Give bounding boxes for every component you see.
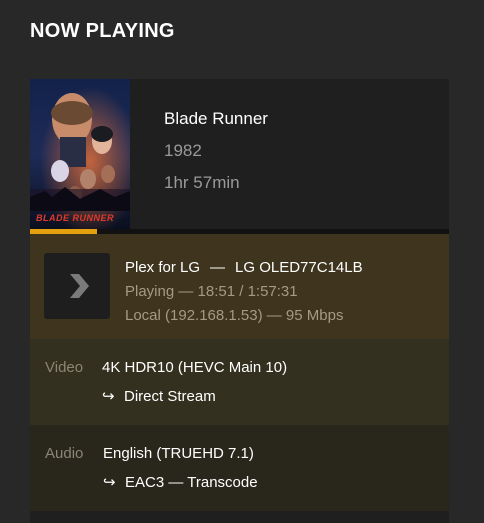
poster-artwork: [30, 79, 130, 229]
video-format: 4K HDR10 (HEVC Main 10): [102, 359, 288, 376]
player-row: Plex for LG — LG OLED77C14LB Playing — 18:…: [30, 234, 449, 339]
player-app: Plex for LG: [125, 259, 201, 276]
media-year: 1982: [164, 141, 202, 160]
player-device: LG OLED77C14LB: [235, 259, 363, 276]
return-arrow-icon: ↪: [103, 474, 116, 491]
video-decision: ↪ Direct Stream: [102, 387, 216, 405]
media-title[interactable]: Blade Runner: [164, 109, 268, 129]
player-details: Plex for LG — LG OLED77C14LB Playing — 18:…: [125, 256, 363, 328]
card-footer: [30, 511, 449, 523]
media-info: Blade Runner 1982 1hr 57min: [164, 109, 268, 193]
audio-format: English (TRUEHD 7.1): [103, 445, 254, 462]
device-separator: —: [210, 259, 226, 276]
audio-decision-text: EAC3 — Transcode: [125, 474, 258, 491]
playback-status: Playing — 18:51 / 1:57:31: [125, 283, 298, 300]
audio-stream-row: Audio English (TRUEHD 7.1) ↪ EAC3 — Trans…: [30, 425, 449, 511]
media-header: BLADE RUNNER Blade Runner 1982 1hr 57min: [30, 79, 449, 229]
return-arrow-icon: ↪: [102, 388, 115, 405]
audio-decision: ↪ EAC3 — Transcode: [103, 473, 258, 491]
player-device-line: Plex for LG — LG OLED77C14LB: [125, 256, 363, 280]
network-info: Local (192.168.1.53) — 95 Mbps: [125, 307, 344, 324]
video-stream-row: Video 4K HDR10 (HEVC Main 10) ↪ Direct St…: [30, 339, 449, 425]
poster[interactable]: BLADE RUNNER: [30, 79, 130, 229]
section-title: NOW PLAYING: [30, 20, 175, 42]
audio-label: Audio: [45, 445, 84, 462]
chevron-right-icon: [44, 253, 110, 319]
poster-wordmark: BLADE RUNNER: [36, 213, 114, 223]
video-label: Video: [45, 359, 84, 376]
now-playing-card[interactable]: BLADE RUNNER Blade Runner 1982 1hr 57min…: [30, 79, 449, 523]
media-duration: 1hr 57min: [164, 173, 240, 192]
video-decision-text: Direct Stream: [124, 388, 216, 405]
